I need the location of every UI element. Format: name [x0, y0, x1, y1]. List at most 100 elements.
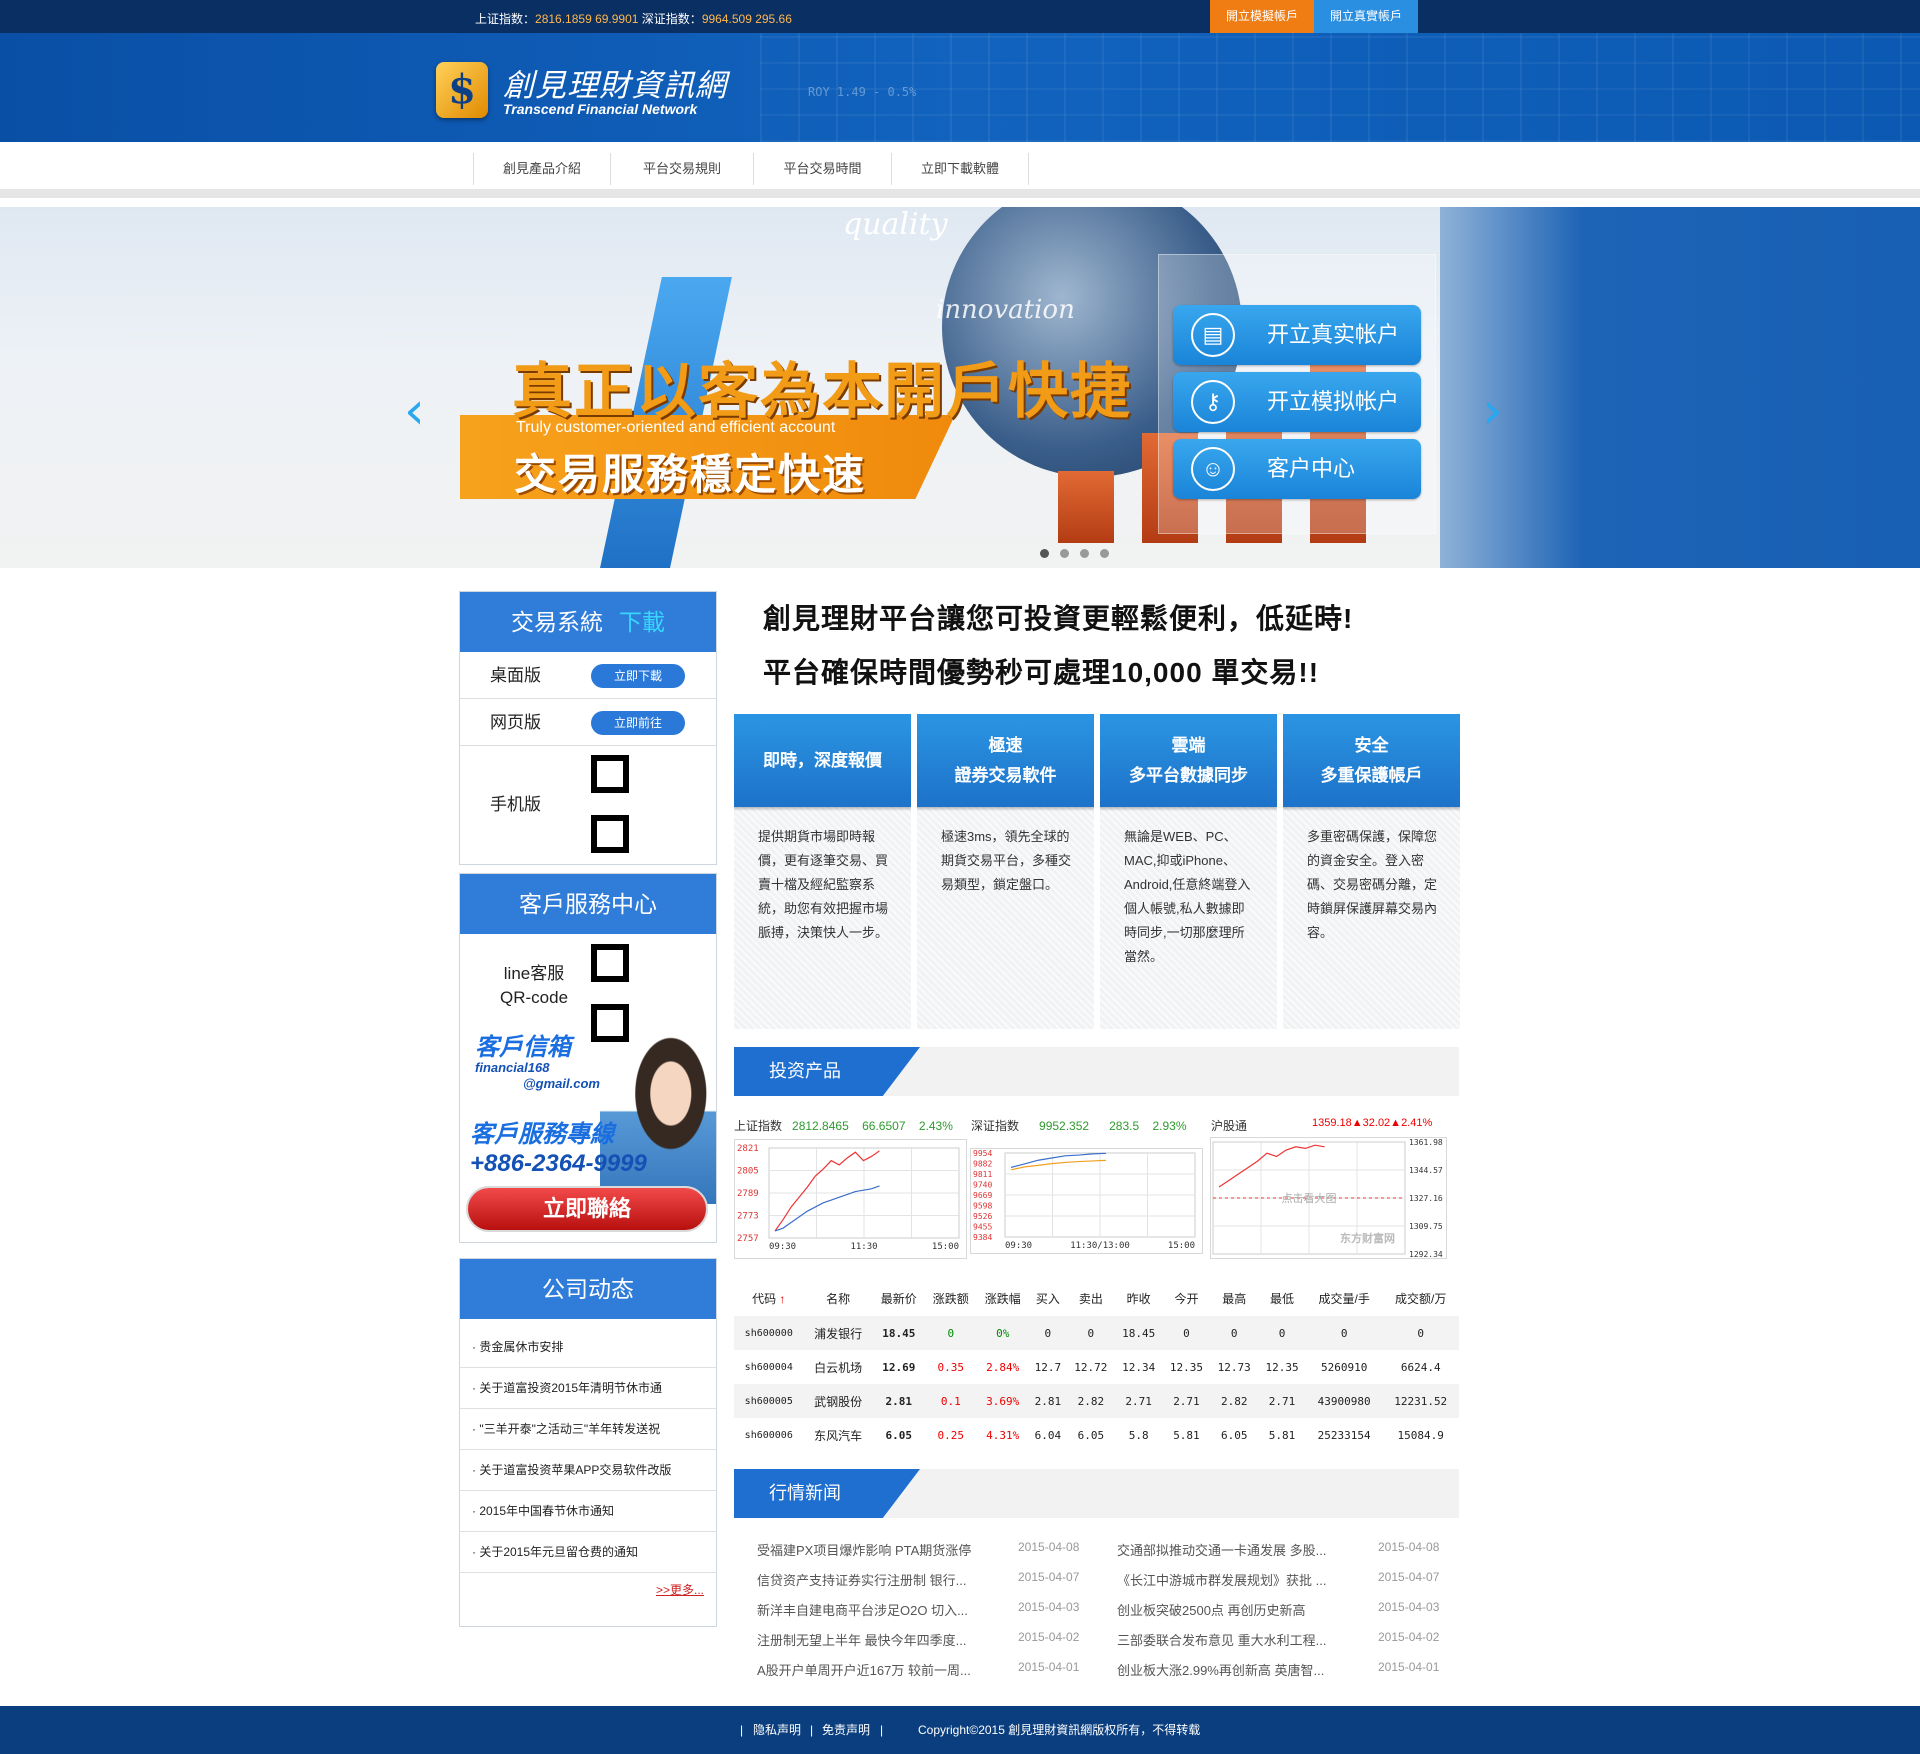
- footer-privacy-link[interactable]: 隐私声明: [753, 1706, 801, 1754]
- contact-now-button[interactable]: 立即聯絡: [466, 1186, 708, 1232]
- market-news-right[interactable]: 创业板大涨2.99%再创新高 英唐智...: [1117, 1660, 1324, 1679]
- quotes-header-cell[interactable]: 今开: [1162, 1280, 1211, 1316]
- quote-cell: 0: [1305, 1316, 1383, 1350]
- line-qr-code[interactable]: [591, 944, 689, 1042]
- open-real-account-cta[interactable]: ▤ 开立真实帐户: [1173, 305, 1421, 365]
- sh-index-chart[interactable]: 2821 2805 2789 2773 2757 09:30 11:30 15:00: [734, 1139, 967, 1259]
- quote-row[interactable]: sh600000 浦发银行 18.45 0 0% 0 0 18.45 0 0 0 0 0: [734, 1316, 1459, 1350]
- company-news-item[interactable]: · 关于道富投资2015年清明节休市通: [460, 1368, 716, 1409]
- web-open-button[interactable]: 立即前往: [591, 711, 685, 735]
- nav-item-download[interactable]: 立即下載軟體: [891, 153, 1029, 185]
- banner-dot[interactable]: [1040, 549, 1049, 558]
- market-news-title[interactable]: 行情新闻: [769, 1469, 841, 1518]
- nav-item-rules[interactable]: 平台交易規則: [610, 153, 753, 185]
- invest-products-header: 投资产品: [734, 1047, 1459, 1096]
- market-news-left[interactable]: 受福建PX项目爆炸影响 PTA期货涨停: [757, 1540, 971, 1559]
- quote-cell: 0: [1210, 1316, 1259, 1350]
- news-more-link[interactable]: >>更多...: [656, 1581, 704, 1598]
- quotes-header-cell[interactable]: 卖出: [1066, 1280, 1115, 1316]
- quotes-header-cell[interactable]: 最新价: [872, 1280, 925, 1316]
- quote-row[interactable]: sh600005 武钢股份 2.81 0.1 3.69% 2.81 2.82 2.71 2.71…: [734, 1384, 1459, 1418]
- banner-dot[interactable]: [1100, 549, 1109, 558]
- quote-row[interactable]: sh600006 东风汽车 6.05 0.25 4.31% 6.04 6.05 5.8 5.81…: [734, 1418, 1459, 1452]
- nav-item-hours[interactable]: 平台交易時間: [753, 153, 891, 185]
- mail-address[interactable]: financial168 @gmail.com: [475, 1060, 600, 1092]
- logo-icon[interactable]: $: [436, 62, 488, 118]
- download-row-web: 网页版 立即前往: [460, 699, 716, 746]
- quote-cell: 0: [1162, 1316, 1211, 1350]
- footer-copyright: Copyright©2015 創見理財資訊網版权所有，不得转载: [918, 1723, 1201, 1737]
- quote-cell: sh600000: [734, 1316, 804, 1350]
- feature-title: 極速: [988, 735, 1023, 755]
- quotes-header-cell[interactable]: 涨跌额: [924, 1280, 977, 1316]
- market-news-left[interactable]: 注册制无望上半年 最快今年四季度...: [757, 1630, 966, 1649]
- banner-dot[interactable]: [1060, 549, 1069, 558]
- quote-row[interactable]: sh600004 白云机场 12.69 0.35 2.84% 12.7 12.72 12.34…: [734, 1350, 1459, 1384]
- quotes-header-cell[interactable]: 名称: [803, 1280, 873, 1316]
- banner-dot[interactable]: [1080, 549, 1089, 558]
- quote-cell: 12.7: [1034, 1360, 1062, 1374]
- quotes-header-cell[interactable]: 成交额/万: [1382, 1280, 1459, 1316]
- chart-note[interactable]: 点击看大图: [1282, 1191, 1337, 1205]
- quote-cell: 5.81: [1173, 1428, 1200, 1442]
- open-real-account-button[interactable]: 開立真實帳戶: [1314, 0, 1418, 33]
- quotes-header-cell[interactable]: 最高: [1210, 1280, 1259, 1316]
- sh-index-change: 66.6507: [862, 1119, 906, 1133]
- company-news-item[interactable]: · 关于2015年元旦留仓费的通知: [460, 1532, 716, 1573]
- hs-index-chart[interactable]: 1361.98 1344.57 1327.16 1309.75 1292.34 点击看大图…: [1210, 1137, 1447, 1259]
- company-news-item[interactable]: · 关于道富投资苹果APP交易软件改版: [460, 1450, 716, 1491]
- y-tick-label: 2757: [737, 1234, 759, 1244]
- market-news-left[interactable]: 新洋丰自建电商平台涉足O2O 切入...: [757, 1600, 968, 1619]
- quotes-header-cell[interactable]: 涨跌幅: [976, 1280, 1029, 1316]
- mail-title: 客戶信箱: [475, 1034, 571, 1061]
- quotes-header-cell[interactable]: 最低: [1258, 1280, 1306, 1316]
- market-news-right[interactable]: 交通部拟推动交通一卡通发展 多股...: [1117, 1540, 1326, 1559]
- quotes-header-cell[interactable]: 昨收: [1114, 1280, 1163, 1316]
- company-news-item[interactable]: · 2015年中国春节休市通知: [460, 1491, 716, 1532]
- hotline-phone[interactable]: +886-2364-9999: [470, 1150, 647, 1178]
- sz-index-name: 深证指数: [971, 1119, 1020, 1133]
- mobile-qr-code[interactable]: [591, 755, 689, 853]
- quote-cell: 0: [1382, 1316, 1459, 1350]
- quote-cell: 6.04: [1034, 1428, 1062, 1442]
- banner-prev-arrow-icon[interactable]: ‹: [404, 385, 425, 437]
- customer-center-cta[interactable]: ☺ 客户中心: [1173, 439, 1421, 499]
- banner-slogan-english: Truly customer-oriented and efficient ac…: [516, 419, 836, 436]
- footer-sep: |: [880, 1723, 884, 1737]
- market-news-right[interactable]: 三部委联合发布意见 重大水利工程...: [1117, 1630, 1326, 1649]
- quotes-header-cell[interactable]: 成交量/手: [1305, 1280, 1383, 1316]
- market-news-date: 2015-04-08: [1378, 1540, 1440, 1554]
- open-demo-account-button[interactable]: 開立模擬帳戶: [1210, 0, 1314, 33]
- desktop-download-button[interactable]: 立即下載: [591, 664, 685, 688]
- feature-title: 雲端: [1171, 735, 1206, 755]
- company-news-item[interactable]: · "三羊开泰"之活动三"羊年转发送祝: [460, 1409, 716, 1450]
- sh-index-percent: 2.43%: [918, 1119, 953, 1133]
- site-footer: | 隐私声明 | 免责声明 | Copyright©2015 創見理財資訊網版权…: [0, 1706, 1920, 1754]
- market-news-left[interactable]: A股开户单周开户近167万 较前一周...: [757, 1660, 971, 1679]
- quote-cell: sh600006: [744, 1429, 793, 1441]
- market-news-right[interactable]: 创业板突破2500点 再创历史新高: [1117, 1600, 1306, 1619]
- quote-cell: 2.82: [1210, 1384, 1259, 1418]
- sz-index-chart[interactable]: 9954 98829811 97409669 95989526 94559384 09:3…: [970, 1148, 1203, 1254]
- logo-subtitle[interactable]: Transcend Financial Network: [503, 101, 697, 117]
- y-tick-label: 1344.57: [1409, 1166, 1443, 1175]
- footer-disclaimer-link[interactable]: 免责声明: [822, 1706, 870, 1754]
- company-news-item[interactable]: · 贵金属休市安排: [460, 1327, 716, 1368]
- quote-cell: 6.05: [885, 1428, 913, 1442]
- quotes-header-cell[interactable]: 买入: [1028, 1280, 1067, 1316]
- banner-next-arrow-icon[interactable]: ›: [1482, 385, 1503, 437]
- quote-cell: 18.45: [1114, 1316, 1163, 1350]
- quotes-table: 代码 ↑ 名称 最新价 涨跌额 涨跌幅 买入 卖出 昨收 今开 最高 最低 成交量/手 成交额/万 sh…: [734, 1280, 1459, 1452]
- market-news-right[interactable]: 《长江中游城市群发展规划》获批 ...: [1117, 1570, 1326, 1589]
- logo-title[interactable]: 創見理財資訊網: [503, 60, 727, 105]
- nav-item-products[interactable]: 創見產品介紹: [473, 153, 610, 185]
- invest-products-title[interactable]: 投资产品: [769, 1047, 841, 1096]
- open-demo-account-cta[interactable]: ⚷ 开立模拟帐户: [1173, 372, 1421, 432]
- market-news-left[interactable]: 信贷资产支持证券实行注册制 银行...: [757, 1570, 966, 1589]
- quotes-header-cell[interactable]: 代码 ↑: [734, 1280, 804, 1316]
- sort-arrow-icon[interactable]: ↑: [776, 1292, 785, 1306]
- quote-cell: 0: [1028, 1316, 1067, 1350]
- feature-card-body: 無論是WEB、PC、MAC,抑或iPhone、Android,任意終端登入個人帳…: [1124, 829, 1251, 964]
- line-service-text: line客服: [503, 964, 565, 983]
- quote-cell: 3.69%: [976, 1384, 1029, 1418]
